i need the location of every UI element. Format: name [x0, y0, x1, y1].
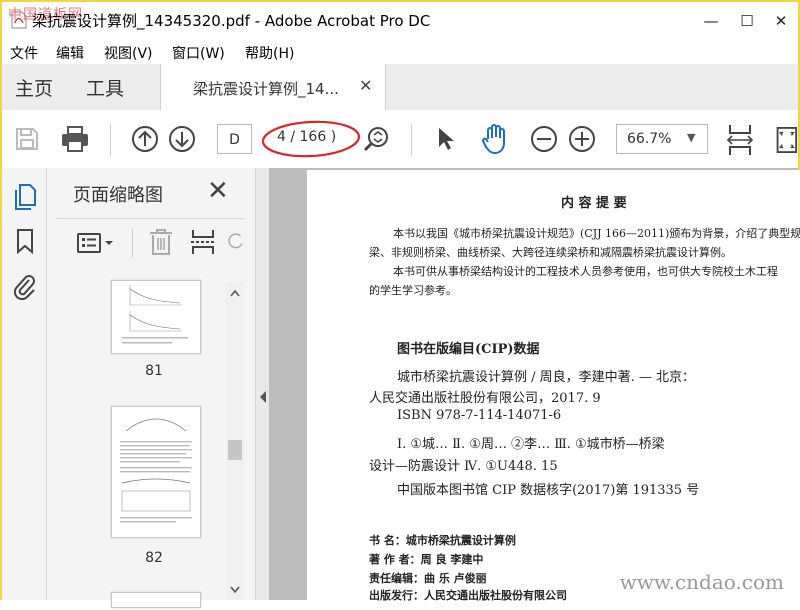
scrollbar-graphic — [226, 282, 244, 600]
caret-left-icon — [260, 391, 266, 403]
hand-icon — [482, 124, 505, 154]
tab-tools[interactable]: 工具 — [86, 74, 124, 101]
save-icon — [16, 128, 38, 150]
chevron-down-icon: ▼ — [687, 131, 696, 144]
full-screen-button[interactable] — [772, 122, 798, 158]
thumbnails-panel: 页面缩略图 ✕ 81 82 — [47, 168, 255, 608]
toolbar: D 4 / 166 ) 66.7% ▼ — [2, 110, 798, 169]
isbn-line: ISBN 978-7-114-14071-6 — [397, 408, 562, 423]
page-thumbnails-button[interactable] — [10, 182, 40, 212]
intro-paragraph-1-line-2: 梁、非规则桥梁、曲线桥梁、大跨径连续梁桥和减隔震桥梁抗震设计算例。 — [369, 246, 732, 259]
classification-line-1: Ⅰ. ①城… Ⅱ. ①周… ②李… Ⅲ. ①城市桥—桥梁 — [397, 437, 665, 452]
title-bar: 中国道板网 梁抗震设计算例_14345320.pdf - Adobe Acrob… — [2, 2, 798, 40]
publisher-line: 出版发行：人民交通出版社股份有限公司 — [369, 589, 567, 602]
plus-circle-icon — [569, 126, 595, 152]
page-thumbnail-81[interactable] — [111, 280, 201, 354]
site-watermark: www.cndao.com — [619, 570, 784, 594]
editor-line: 责任编辑：曲 乐 卢俊丽 — [369, 572, 487, 585]
zoom-value: 66.7% — [627, 131, 672, 147]
document-tab-label: 梁抗震设计算例_14... — [193, 80, 339, 98]
attachments-button[interactable] — [10, 270, 40, 302]
cursor-arrow-icon — [439, 128, 454, 150]
thumbnail-options-button[interactable] — [75, 228, 115, 258]
rotate-icon — [228, 233, 243, 249]
expand-icon — [776, 127, 798, 153]
panel-collapse-handle[interactable] — [255, 168, 270, 600]
thumbnails-scrollbar[interactable] — [226, 282, 244, 600]
close-tab-icon[interactable]: ✕ — [359, 76, 372, 95]
bookmark-icon — [17, 229, 33, 254]
thumbnail-page-content — [120, 418, 192, 523]
panel-title: 页面缩略图 — [73, 185, 163, 206]
authors-line: 著 作 者：周 良 李建中 — [369, 553, 484, 566]
arrow-up-circle-icon — [132, 126, 158, 152]
tab-document[interactable]: 梁抗震设计算例_14... ✕ — [160, 64, 386, 111]
menu-window[interactable]: 窗口(W) — [172, 43, 225, 63]
panel-divider — [57, 218, 245, 219]
previous-page-button[interactable] — [129, 123, 161, 155]
menu-file[interactable]: 文件 — [10, 43, 38, 63]
navigation-rail — [2, 168, 47, 600]
save-button[interactable] — [12, 124, 42, 154]
classification-line-2: 设计—防震设计 Ⅳ. ①U448. 15 — [369, 459, 558, 474]
thumbnail-number: 81 — [145, 363, 163, 379]
menu-edit[interactable]: 编辑 — [56, 43, 84, 63]
fit-width-button[interactable] — [724, 122, 756, 158]
insert-page-icon — [191, 230, 215, 254]
intro-paragraph-1-line-1: 本书以我国《城市桥梁抗震设计规范》(CJJ 166—2011)颁布为背景，介绍了… — [393, 227, 800, 240]
toolbar-separator — [411, 124, 412, 156]
fit-width-icon — [726, 125, 754, 155]
pdf-page: 内 容 提 要 本书以我国《城市桥梁抗震设计规范》(CJJ 166—2011)颁… — [307, 170, 800, 610]
cip-title: 图书在版编目(CIP)数据 — [397, 342, 540, 357]
menu-view[interactable]: 视图(V) — [104, 43, 153, 63]
tab-bar: 主页 工具 梁抗震设计算例_14... ✕ — [2, 64, 798, 111]
zoom-to-page-icon — [363, 127, 388, 152]
page-thumbnail-83[interactable] — [111, 592, 201, 608]
zoom-level-dropdown[interactable]: 66.7% ▼ — [616, 124, 708, 154]
tab-home[interactable]: 主页 — [15, 74, 53, 101]
cip-line-1: 城市桥梁抗震设计算例 / 周良，李建中著. — 北京： — [397, 370, 696, 385]
menu-bar: 文件 编辑 视图(V) 窗口(W) 帮助(H) — [2, 40, 798, 64]
hand-tool-button[interactable] — [478, 122, 512, 156]
intro-paragraph-2-line-1: 本书可供从事桥梁结构设计的工程技术人员参考使用，也可供大专院校土木工程 — [393, 265, 778, 278]
page-thumbnail-82[interactable] — [111, 406, 201, 538]
thumbnail-page-content — [122, 285, 188, 344]
page-count: 4 / 166 ) — [277, 129, 337, 145]
bookmarks-button[interactable] — [10, 226, 40, 256]
rotate-page-button[interactable] — [227, 226, 245, 258]
document-view[interactable]: 内 容 提 要 本书以我国《城市桥梁抗震设计规范》(CJJ 166—2011)颁… — [269, 168, 800, 610]
maximize-button[interactable]: ☐ — [738, 12, 756, 30]
close-panel-icon[interactable]: ✕ — [207, 176, 229, 206]
arrow-down-circle-icon — [169, 126, 195, 152]
next-page-button[interactable] — [166, 123, 198, 155]
minimize-button[interactable]: — — [702, 12, 720, 30]
options-list-icon — [77, 233, 113, 253]
insert-page-button[interactable] — [187, 226, 219, 258]
paperclip-icon — [13, 275, 35, 300]
print-button[interactable] — [58, 122, 92, 156]
zoom-out-button[interactable] — [528, 123, 560, 155]
intro-paragraph-2-line-2: 的学生学习参考。 — [369, 284, 457, 297]
page-heading: 内 容 提 要 — [561, 196, 627, 211]
close-window-button[interactable]: ✕ — [772, 12, 790, 30]
book-name-line: 书 名：城市桥梁抗震设计算例 — [369, 534, 516, 547]
cip-number-line: 中国版本图书馆 CIP 数据核字(2017)第 191335 号 — [397, 483, 700, 498]
minus-circle-icon — [531, 126, 557, 152]
toolbar-separator — [110, 124, 111, 156]
zoom-page-button[interactable] — [360, 123, 392, 155]
panel-toolbar-separator — [132, 228, 133, 258]
thumbnail-number: 82 — [145, 550, 163, 566]
page-thumbnails-icon — [15, 184, 36, 210]
printer-icon — [62, 126, 88, 152]
menu-help[interactable]: 帮助(H) — [245, 43, 294, 63]
page-number-input[interactable]: D — [217, 124, 252, 154]
zoom-in-button[interactable] — [566, 123, 598, 155]
trash-icon — [150, 229, 172, 255]
window-title: 梁抗震设计算例_14345320.pdf - Adobe Acrobat Pro… — [32, 12, 431, 30]
cip-line-2: 人民交通出版社股份有限公司，2017. 9 — [369, 391, 601, 406]
delete-page-button[interactable] — [145, 226, 177, 258]
select-tool-button[interactable] — [432, 124, 460, 154]
